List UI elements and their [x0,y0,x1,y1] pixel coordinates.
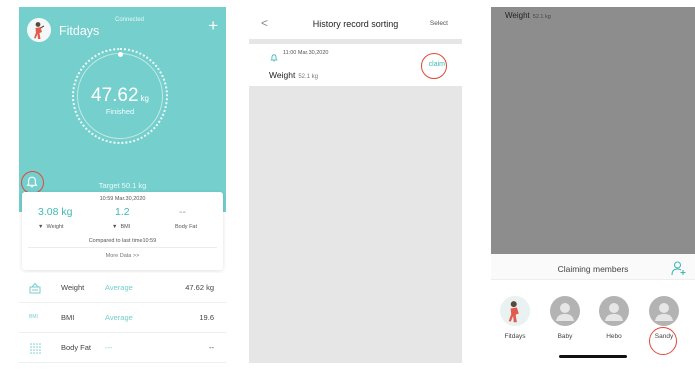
current-weight: 47.62 kg [79,85,161,107]
member-name: Hebo [606,333,622,340]
target-weight: Target 50.1 kg [98,181,147,190]
select-button[interactable]: Select [430,20,448,27]
home-indicator [559,355,627,358]
body-fat-change-label: Body Fat [175,224,198,230]
user-avatar[interactable] [27,18,51,42]
record-weight: Weight 52.1 kg [505,11,551,20]
metric-status: --- [105,343,113,352]
bmi-change-label: ▼ BMI [112,224,131,230]
metric-status: Average [105,283,133,292]
member-name: Fitdays [504,333,526,340]
claim-members-sheet: Claiming members Fitdays Baby Hebo Sandy [491,254,695,363]
nav-bar: < History record sorting Select [249,7,462,39]
weight-change-label: ▼ Weight [38,224,64,230]
metric-value: 47.62 kg [185,283,214,292]
user-photo [27,18,51,42]
claim-members-screen: Weight 52.1 kg Claiming members Fitdays … [491,7,695,363]
down-arrow-icon: ▼ [112,224,118,230]
metric-name: Body Fat [61,343,92,352]
weight-change-value: 3.08 kg [38,206,73,218]
card-time: 10:59 Mar.30,2020 [99,196,146,202]
card-divider [28,247,217,248]
bell-icon [270,49,278,62]
connection-status: Connected [115,17,145,23]
metric-row-bmi[interactable]: BMI BMI Average 19.6 [19,303,226,333]
default-avatar-icon [649,296,679,326]
record-label: Weight [269,70,296,80]
metric-name: BMI [61,313,75,322]
body-fat-icon [29,342,41,356]
sheet-title: Claiming members [557,264,629,274]
metric-value: -- [209,343,214,352]
claim-highlight-circle [421,53,447,79]
metric-row-body-fat[interactable]: Body Fat --- -- [19,333,226,363]
add-button[interactable]: + [208,17,218,34]
add-member-icon[interactable] [671,260,687,276]
record-time: 11:00 Mar.30,2020 [283,50,329,56]
history-record-screen: < History record sorting Select 11:00 Ma… [249,7,462,363]
record-value: 52.1 kg [532,14,551,20]
record-label: Weight [505,11,530,20]
weight-dial-marker [118,52,123,57]
member-name: Baby [557,333,573,340]
fitdays-home-screen: Fitdays Connected + 47.62 kg Finished Tar… [19,7,226,363]
sandy-highlight-circle [649,327,677,355]
current-weight-value: 47.62 [91,85,139,106]
measure-status: Finished [105,107,135,116]
down-arrow-icon: ▼ [38,224,44,230]
more-data-link[interactable]: More Data >> [22,253,223,259]
scale-icon [29,282,41,296]
body-fat-change-value: -- [179,206,186,218]
bmi-icon: BMI [29,314,38,320]
sheet-header: Claiming members [491,254,695,280]
app-name: Fitdays [59,24,100,38]
current-weight-unit: kg [140,94,149,103]
metric-row-weight[interactable]: Weight Average 47.62 kg [19,273,226,303]
default-avatar-icon [599,296,629,326]
metric-name: Weight [61,283,85,292]
record-value: 52.1 kg [298,74,318,80]
compare-text: Compared to last time10:59 [88,238,157,244]
default-avatar-icon [550,296,580,326]
user-photo [500,296,530,326]
bmi-change-value: 1.2 [115,206,130,218]
metric-status: Average [105,313,133,322]
metric-value: 19.6 [199,313,214,322]
record-weight: Weight 52.1 kg [269,70,318,80]
comparison-card: 10:59 Mar.30,2020 3.08 kg 1.2 -- ▼ Weigh… [22,192,223,270]
